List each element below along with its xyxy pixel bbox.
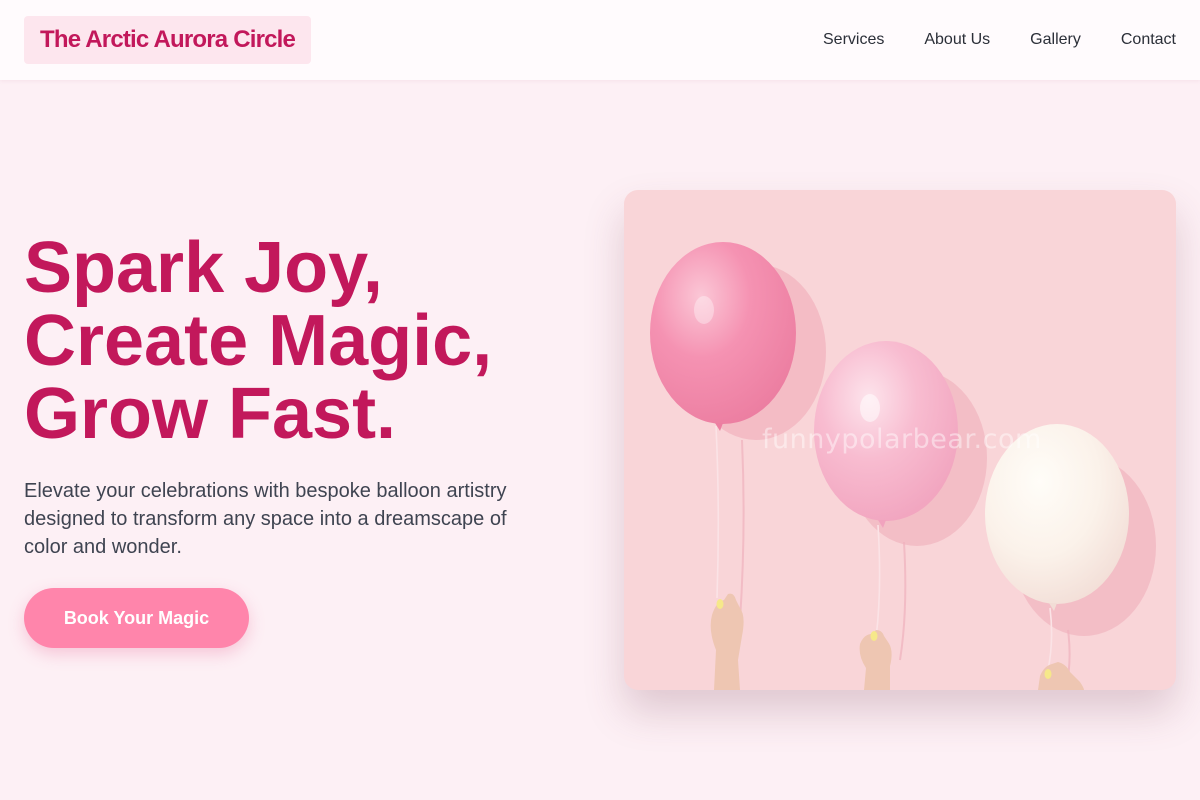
brand-logo[interactable]: The Arctic Aurora Circle (24, 16, 312, 64)
hero-subtext: Elevate your celebrations with bespoke b… (24, 480, 507, 558)
headline-line-2: Create Magic, (24, 301, 493, 381)
nav-link-contact[interactable]: Contact (1121, 31, 1176, 49)
hand-left (710, 593, 744, 690)
nav-link-gallery[interactable]: Gallery (1030, 31, 1081, 49)
hand-middle (859, 630, 892, 690)
hero-headline: Spark Joy, Create Magic, Grow Fast. (24, 232, 564, 451)
headline-line-3: Grow Fast. (24, 374, 397, 454)
book-your-magic-button[interactable]: Book Your Magic (24, 588, 249, 648)
nav-link-about-us[interactable]: About Us (924, 31, 990, 49)
headline-line-1: Spark Joy, (24, 228, 383, 308)
image-watermark: funnypolarbear.com (762, 424, 1042, 455)
nav-link-services[interactable]: Services (823, 31, 884, 49)
hand-right (1038, 662, 1084, 690)
hero-image: funnypolarbear.com (624, 190, 1176, 690)
hero-content: Spark Joy, Create Magic, Grow Fast. Elev… (24, 232, 564, 561)
main-nav: Services About Us Gallery Contact (823, 31, 1176, 49)
site-header: The Arctic Aurora Circle Services About … (0, 0, 1200, 80)
